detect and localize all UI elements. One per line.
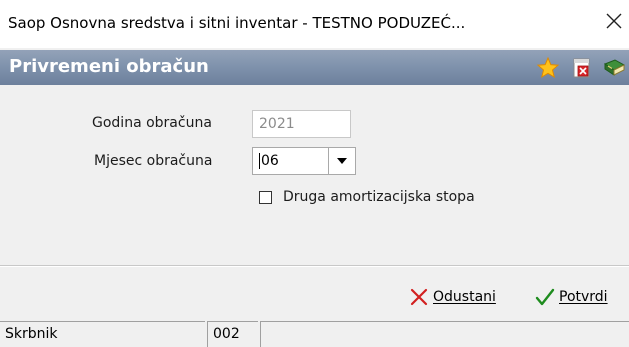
form-title: Privremeni obračun xyxy=(9,56,209,77)
window-title: Saop Osnovna sredstva i sitni inventar -… xyxy=(8,14,466,32)
alt-rate-label: Druga amortizacijska stopa xyxy=(283,189,475,205)
window-titlebar: Saop Osnovna sredstva i sitni inventar -… xyxy=(0,0,629,48)
year-value: 2021 xyxy=(259,116,295,132)
confirm-button[interactable]: Potvrdi xyxy=(535,284,608,310)
confirm-label: Potvrdi xyxy=(559,289,608,305)
alt-rate-checkbox[interactable] xyxy=(259,191,272,204)
year-field: 2021 xyxy=(252,110,351,138)
text-cursor xyxy=(259,153,260,169)
month-combobox[interactable]: 06 xyxy=(252,147,356,175)
cancel-x-icon xyxy=(410,288,428,306)
status-info xyxy=(260,321,629,347)
pdf-document-icon[interactable] xyxy=(570,56,594,80)
month-value: 06 xyxy=(261,153,279,169)
month-label: Mjesec obračuna xyxy=(94,153,213,169)
status-user: Skrbnik xyxy=(0,321,205,347)
year-label: Godina obračuna xyxy=(92,115,212,131)
month-dropdown-button[interactable] xyxy=(328,148,355,174)
form-header: Privremeni obračun xyxy=(0,50,629,85)
cancel-label: Odustani xyxy=(433,289,496,305)
star-icon[interactable] xyxy=(536,56,560,80)
close-icon[interactable] xyxy=(605,12,623,30)
chevron-down-icon xyxy=(337,158,347,164)
status-code: 002 xyxy=(207,321,258,347)
checkmark-icon xyxy=(535,288,555,306)
form-panel: Godina obračuna 2021 Mjesec obračuna 06 … xyxy=(0,85,629,265)
status-bar: Skrbnik 002 xyxy=(0,321,629,347)
book-exit-icon[interactable] xyxy=(602,56,626,80)
divider-highlight xyxy=(0,266,629,267)
cancel-button[interactable]: Odustani xyxy=(409,284,496,310)
